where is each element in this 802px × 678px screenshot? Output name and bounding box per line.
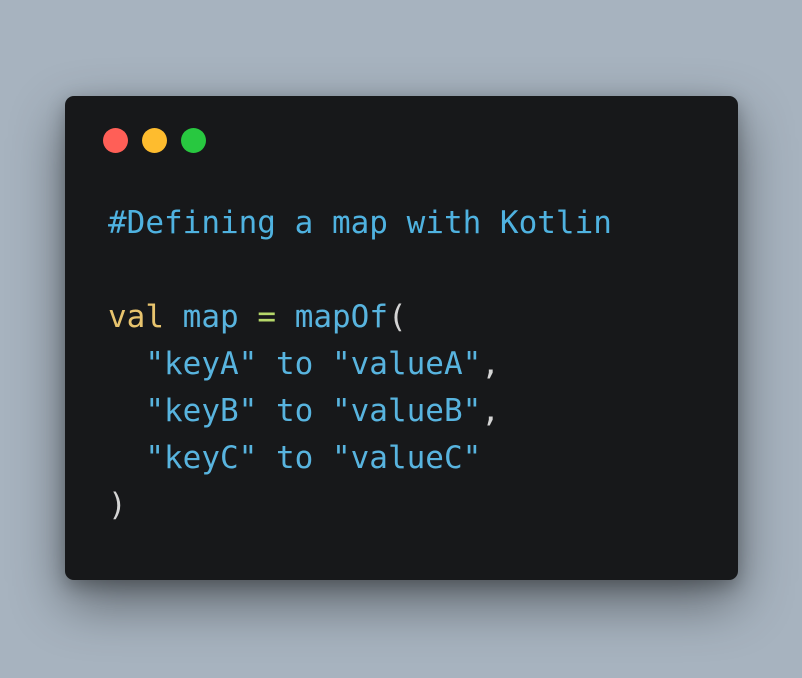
entry-key: "keyB": [145, 393, 258, 429]
entry-value: "valueC": [331, 440, 482, 476]
entry-infix: to: [275, 393, 314, 429]
code-declaration-line: val map = mapOf(: [108, 294, 612, 341]
entry-key: "keyA": [145, 346, 258, 382]
open-paren: (: [388, 299, 407, 335]
entry-separator: ,: [481, 393, 500, 429]
entry-infix: to: [275, 440, 314, 476]
maximize-window-icon[interactable]: [181, 128, 206, 153]
code-entry-line: "keyB" to "valueB",: [108, 388, 612, 435]
code-comment: #Defining a map with Kotlin: [108, 205, 612, 241]
entry-infix: to: [275, 346, 314, 382]
window-controls: [103, 128, 206, 153]
keyword-val: val: [108, 299, 164, 335]
entry-key: "keyC": [145, 440, 258, 476]
code-entry-line: "keyA" to "valueA",: [108, 341, 612, 388]
close-window-icon[interactable]: [103, 128, 128, 153]
entry-separator: ,: [481, 346, 500, 382]
code-window: #Defining a map with Kotlin val map = map…: [65, 96, 738, 580]
minimize-window-icon[interactable]: [142, 128, 167, 153]
close-paren: ): [108, 487, 127, 523]
code-block: #Defining a map with Kotlin val map = map…: [108, 200, 612, 529]
entry-value: "valueB": [331, 393, 482, 429]
variable-name: map: [182, 299, 239, 335]
entry-value: "valueA": [331, 346, 482, 382]
function-call: mapOf: [294, 299, 389, 335]
assign-operator: =: [257, 299, 277, 335]
code-entry-line: "keyC" to "valueC": [108, 435, 612, 482]
